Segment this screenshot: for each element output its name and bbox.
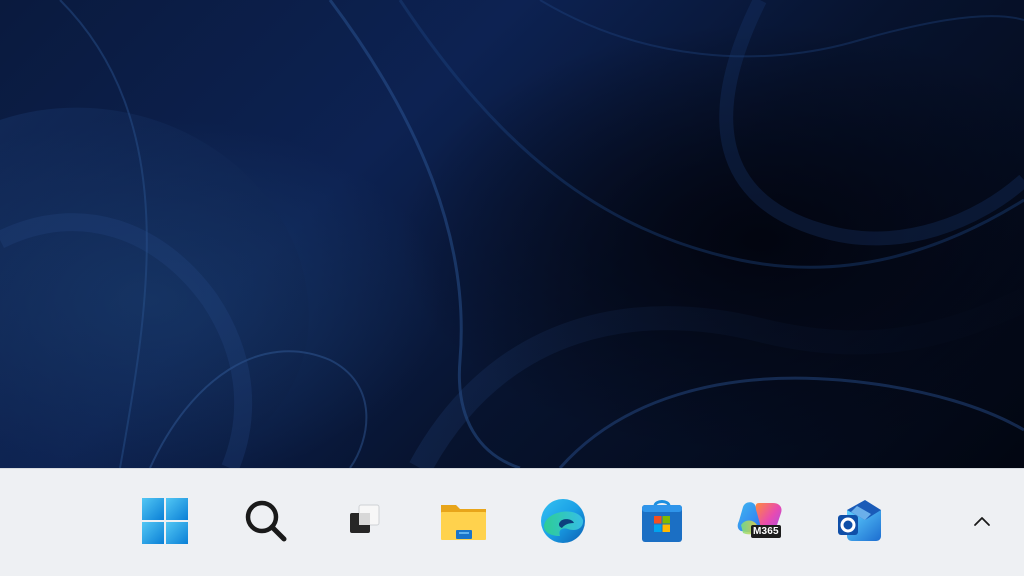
chevron-up-icon: [974, 517, 990, 526]
store-bag-icon: [642, 500, 682, 542]
desktop-wallpaper: [0, 0, 1024, 468]
microsoft-store-button[interactable]: [634, 493, 690, 549]
m365-badge: M365: [751, 525, 781, 538]
outlook-icon: [838, 500, 881, 541]
search-button[interactable]: [238, 493, 294, 549]
start-button[interactable]: [137, 493, 193, 549]
wallpaper-swirls: [0, 0, 1024, 468]
windows-logo-icon: [142, 498, 188, 544]
edge-button[interactable]: [535, 493, 591, 549]
m365-copilot-icon: [737, 502, 782, 538]
taskbar: M365: [0, 468, 1024, 576]
folder-icon: [441, 505, 486, 540]
search-icon: [245, 500, 287, 542]
outlook-button[interactable]: [832, 493, 888, 549]
show-hidden-icons-button[interactable]: [966, 507, 998, 535]
m365-copilot-button[interactable]: M365: [733, 493, 789, 549]
task-view-icon: [350, 504, 380, 533]
edge-browser-icon: [541, 499, 585, 543]
file-explorer-button[interactable]: [436, 493, 492, 549]
task-view-button[interactable]: [336, 493, 392, 549]
